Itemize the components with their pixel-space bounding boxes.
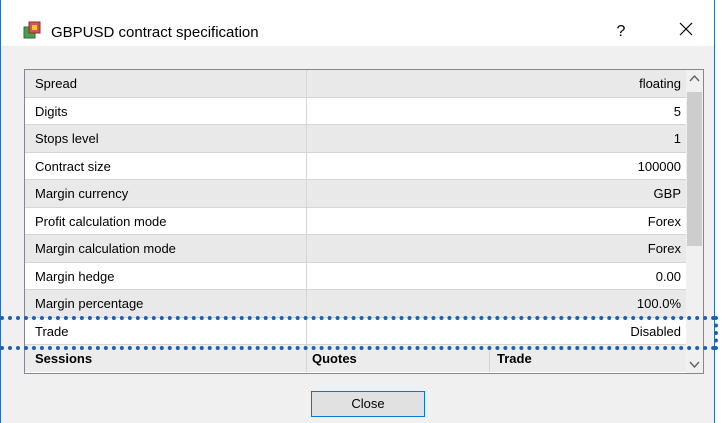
spec-row-stops-level[interactable]: Stops level 1 (25, 125, 687, 153)
close-button[interactable]: Close (311, 391, 425, 417)
title-bar: GBPUSD contract specification ? (1, 0, 714, 46)
spec-row-value: Forex (647, 213, 681, 229)
spec-table: Spread floating Digits 5 Stops level 1 C… (25, 70, 687, 372)
spec-table-frame: Spread floating Digits 5 Stops level 1 C… (24, 69, 704, 374)
close-window-button[interactable] (669, 20, 703, 44)
spec-row-trade[interactable]: Trade Disabled (25, 317, 687, 345)
spec-row-profit-calc-mode[interactable]: Profit calculation mode Forex (25, 207, 687, 235)
column-divider (306, 207, 307, 234)
spec-row-contract-size[interactable]: Contract size 100000 (25, 152, 687, 180)
column-divider (306, 317, 307, 344)
vertical-scrollbar[interactable] (686, 70, 703, 373)
column-divider (306, 125, 307, 152)
spec-row-margin-percentage[interactable]: Margin percentage 100.0% (25, 290, 687, 318)
column-divider (306, 152, 307, 179)
scroll-down-button[interactable] (686, 356, 703, 373)
spec-row-label: Margin percentage (35, 296, 144, 311)
spec-row-label: Margin hedge (35, 268, 115, 284)
column-divider (306, 70, 307, 97)
trade-column-header[interactable]: Trade (497, 351, 532, 366)
chevron-up-icon (689, 74, 700, 82)
spec-row-margin-currency[interactable]: Margin currency GBP (25, 180, 687, 208)
column-divider (306, 180, 307, 207)
spec-row-label: Contract size (35, 158, 111, 174)
highlight-outline-right (714, 316, 718, 350)
scroll-up-button[interactable] (686, 70, 703, 87)
spec-row-label: Margin calculation mode (35, 241, 176, 256)
quotes-column-header[interactable]: Quotes (312, 351, 357, 366)
spec-row-margin-calc-mode[interactable]: Margin calculation mode Forex (25, 235, 687, 263)
highlight-outline-top (0, 316, 716, 320)
sessions-column-header[interactable]: Sessions (35, 351, 92, 366)
spec-row-value: GBP (653, 186, 681, 201)
scroll-thumb[interactable] (687, 92, 702, 246)
window-title: GBPUSD contract specification (51, 24, 259, 41)
spec-row-value: Forex (647, 241, 681, 256)
spec-row-value: 0.00 (655, 268, 681, 284)
close-icon (678, 22, 694, 41)
column-divider (306, 235, 307, 262)
spec-row-label: Margin currency (35, 186, 129, 201)
spec-row-label: Profit calculation mode (35, 213, 167, 229)
spec-row-label: Trade (35, 323, 69, 339)
spec-row-value: 100.0% (636, 296, 681, 311)
contract-spec-dialog: GBPUSD contract specification ? Spread f… (0, 0, 715, 423)
help-button[interactable]: ? (606, 20, 636, 44)
spec-row-value: Disabled (630, 323, 681, 339)
chevron-down-icon (689, 361, 700, 369)
spec-row-value: 100000 (637, 158, 681, 174)
spec-row-label: Digits (35, 103, 68, 119)
spec-row-value: 1 (673, 131, 681, 146)
spec-row-label: Spread (35, 76, 77, 91)
column-divider (306, 290, 307, 317)
spec-row-spread[interactable]: Spread floating (25, 70, 687, 98)
column-divider (306, 97, 307, 124)
spec-row-digits[interactable]: Digits 5 (25, 97, 687, 125)
spec-row-label: Stops level (35, 131, 99, 146)
metatrader-app-icon (23, 21, 43, 39)
spec-row-value: floating (639, 76, 681, 91)
spec-row-value: 5 (673, 103, 681, 119)
spec-row-margin-hedge[interactable]: Margin hedge 0.00 (25, 262, 687, 290)
highlight-outline-bottom (0, 346, 716, 350)
column-divider (306, 262, 307, 289)
